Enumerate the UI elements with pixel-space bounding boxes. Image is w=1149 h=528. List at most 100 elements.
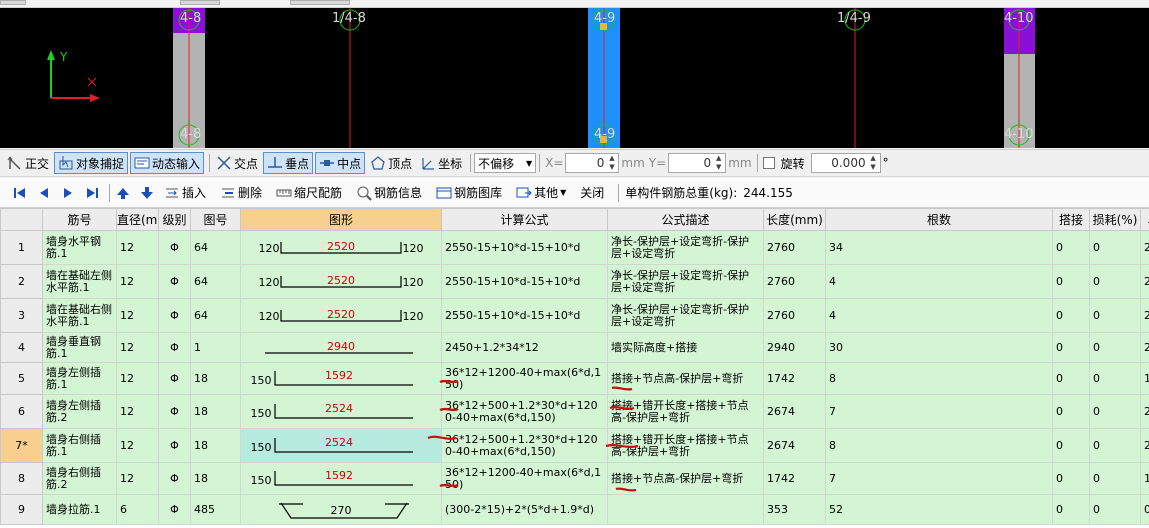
length-cell[interactable]: 1742 bbox=[763, 462, 826, 495]
lap-cell[interactable]: 0 bbox=[1052, 298, 1090, 333]
figure-number-cell[interactable]: 64 bbox=[190, 298, 241, 333]
grade-cell[interactable]: Φ bbox=[158, 264, 191, 299]
close-button[interactable]: 关闭 bbox=[577, 182, 607, 204]
grade-cell[interactable]: Φ bbox=[158, 394, 191, 429]
rebar-name-cell[interactable]: 墙身右侧插筋.1 bbox=[42, 428, 117, 463]
loss-cell[interactable]: 0 bbox=[1089, 230, 1141, 265]
move-down-icon[interactable] bbox=[137, 185, 157, 201]
loss-cell[interactable]: 0 bbox=[1089, 394, 1141, 429]
perpendicular-button[interactable]: 垂点 bbox=[263, 152, 314, 174]
table-row[interactable]: 6 墙身左侧插筋.2 12 Φ 18 150 2524 36*12+500+1.2*30*d+… bbox=[0, 394, 1149, 429]
unit-weight-cell[interactable]: 2. bbox=[1140, 394, 1149, 429]
prev-record-icon[interactable] bbox=[34, 185, 54, 201]
top-tab[interactable] bbox=[0, 0, 26, 5]
x-input[interactable]: 0 ▲ ▼ bbox=[565, 153, 620, 173]
figure-number-cell[interactable]: 64 bbox=[190, 230, 241, 265]
rebar-grid[interactable]: 筋号 直径(mm) 级别 图号 图形 计算公式 公式描述 长度(mm) 根数 搭… bbox=[0, 208, 1149, 528]
grade-cell[interactable]: Φ bbox=[158, 298, 191, 333]
insert-button[interactable]: 插入 bbox=[161, 182, 209, 204]
shape-cell[interactable]: 150 2524 bbox=[240, 394, 442, 429]
length-cell[interactable]: 353 bbox=[763, 494, 826, 525]
column-header[interactable]: 直径(mm) bbox=[116, 208, 159, 231]
unit-weight-cell[interactable]: 2. bbox=[1140, 264, 1149, 299]
loss-cell[interactable]: 0 bbox=[1089, 428, 1141, 463]
rebar-name-cell[interactable]: 墙在基础右侧水平筋.1 bbox=[42, 298, 117, 333]
unit-weight-cell[interactable]: 0. bbox=[1140, 494, 1149, 525]
y-input[interactable]: 0 ▲ ▼ bbox=[668, 153, 727, 173]
description-cell[interactable]: 搭接+错开长度+搭接+节点高-保护层+弯折 bbox=[607, 394, 764, 429]
lap-cell[interactable]: 0 bbox=[1052, 264, 1090, 299]
move-up-icon[interactable] bbox=[113, 185, 133, 201]
other-menu-button[interactable]: 其他 ▼ bbox=[513, 182, 569, 204]
midpoint-button[interactable]: 中点 bbox=[315, 152, 366, 174]
spinner-icon[interactable]: ▲ ▼ bbox=[607, 154, 616, 172]
lap-cell[interactable]: 0 bbox=[1052, 332, 1090, 363]
unit-weight-cell[interactable]: 2. bbox=[1140, 230, 1149, 265]
diameter-cell[interactable]: 12 bbox=[116, 230, 159, 265]
shape-cell[interactable]: 120 2520 120 bbox=[240, 264, 442, 299]
unit-weight-cell[interactable]: 2. bbox=[1140, 428, 1149, 463]
description-cell[interactable]: 搭接+节点高-保护层+弯折 bbox=[607, 462, 764, 495]
formula-cell[interactable]: 36*12+1200-40+max(6*d,150) bbox=[441, 362, 608, 395]
formula-cell[interactable]: 36*12+500+1.2*30*d+1200-40+max(6*d,150) bbox=[441, 428, 608, 463]
vertex-button[interactable]: 顶点 bbox=[367, 152, 415, 174]
column-header[interactable]: 图号 bbox=[190, 208, 241, 231]
row-number[interactable]: 9 bbox=[0, 494, 43, 525]
rebar-name-cell[interactable]: 墙在基础左侧水平筋.1 bbox=[42, 264, 117, 299]
object-snap-button[interactable]: 对象捕捉 bbox=[54, 152, 129, 174]
description-cell[interactable]: 墙实际高度+搭接 bbox=[607, 332, 764, 363]
figure-number-cell[interactable]: 1 bbox=[190, 332, 241, 363]
row-number[interactable]: 2 bbox=[0, 264, 43, 299]
grade-cell[interactable]: Φ bbox=[158, 332, 191, 363]
length-cell[interactable]: 2760 bbox=[763, 230, 826, 265]
spinner-icon[interactable]: ▲ ▼ bbox=[714, 154, 723, 172]
row-number[interactable]: 7* bbox=[0, 428, 43, 463]
grade-cell[interactable]: Φ bbox=[158, 462, 191, 495]
lap-cell[interactable]: 0 bbox=[1052, 362, 1090, 395]
table-row[interactable]: 2 墙在基础左侧水平筋.1 12 Φ 64 120 2520 120 2550-15+10*d-… bbox=[0, 264, 1149, 299]
length-cell[interactable]: 2674 bbox=[763, 428, 826, 463]
column-header[interactable]: 图形 bbox=[240, 208, 442, 231]
lap-cell[interactable]: 0 bbox=[1052, 428, 1090, 463]
formula-cell[interactable]: 2450+1.2*34*12 bbox=[441, 332, 608, 363]
description-cell[interactable] bbox=[607, 494, 764, 525]
description-cell[interactable]: 净长-保护层+设定弯折-保护层+设定弯折 bbox=[607, 264, 764, 299]
column-header[interactable]: 搭接 bbox=[1052, 208, 1090, 231]
column-header[interactable]: 长度(mm) bbox=[763, 208, 826, 231]
column-header[interactable]: 公式描述 bbox=[607, 208, 764, 231]
shape-cell[interactable]: 150 1592 bbox=[240, 462, 442, 495]
figure-number-cell[interactable]: 18 bbox=[190, 362, 241, 395]
shape-cell[interactable]: 2940 bbox=[240, 332, 442, 363]
column-header[interactable]: 计算公式 bbox=[441, 208, 608, 231]
length-cell[interactable]: 2760 bbox=[763, 264, 826, 299]
diameter-cell[interactable]: 12 bbox=[116, 462, 159, 495]
offset-dropdown[interactable]: 不偏移 ▼ bbox=[474, 153, 537, 173]
length-cell[interactable]: 2940 bbox=[763, 332, 826, 363]
rebar-name-cell[interactable]: 墙身垂直钢筋.1 bbox=[42, 332, 117, 363]
column-header[interactable]: 根数 bbox=[825, 208, 1053, 231]
shape-cell[interactable]: 270 bbox=[240, 494, 442, 525]
count-cell[interactable]: 52 bbox=[825, 494, 1053, 525]
formula-cell[interactable]: 2550-15+10*d-15+10*d bbox=[441, 264, 608, 299]
grade-cell[interactable]: Φ bbox=[158, 494, 191, 525]
loss-cell[interactable]: 0 bbox=[1089, 462, 1141, 495]
shape-cell[interactable]: 120 2520 120 bbox=[240, 298, 442, 333]
unit-weight-cell[interactable]: 1. bbox=[1140, 462, 1149, 495]
figure-number-cell[interactable]: 485 bbox=[190, 494, 241, 525]
diameter-cell[interactable]: 12 bbox=[116, 264, 159, 299]
table-row[interactable]: 1 墙身水平钢筋.1 12 Φ 64 120 2520 120 2550-15+10*d-15+… bbox=[0, 230, 1149, 265]
top-tab[interactable] bbox=[290, 0, 350, 5]
next-record-icon[interactable] bbox=[58, 185, 78, 201]
count-cell[interactable]: 7 bbox=[825, 394, 1053, 429]
drawing-canvas[interactable]: 4-8 1/4-8 4-9 1/4-9 4-10 4-8 4-9 4-10 Y bbox=[0, 8, 1149, 148]
figure-number-cell[interactable]: 18 bbox=[190, 428, 241, 463]
description-cell[interactable]: 净长-保护层+设定弯折-保护层+设定弯折 bbox=[607, 298, 764, 333]
delete-button[interactable]: 删除 bbox=[217, 182, 265, 204]
diameter-cell[interactable]: 12 bbox=[116, 428, 159, 463]
table-row[interactable]: 4 墙身垂直钢筋.1 12 Φ 1 2940 2450+1.2*34*12 墙实际高度+搭接 2… bbox=[0, 332, 1149, 363]
row-number[interactable]: 3 bbox=[0, 298, 43, 333]
table-row[interactable]: 7* 墙身右侧插筋.1 12 Φ 18 150 2524 36*12+500+1.2*30*d… bbox=[0, 428, 1149, 463]
spinner-icon[interactable]: ▲ ▼ bbox=[869, 154, 878, 172]
count-cell[interactable]: 8 bbox=[825, 428, 1053, 463]
shape-cell[interactable]: 150 1592 bbox=[240, 362, 442, 395]
